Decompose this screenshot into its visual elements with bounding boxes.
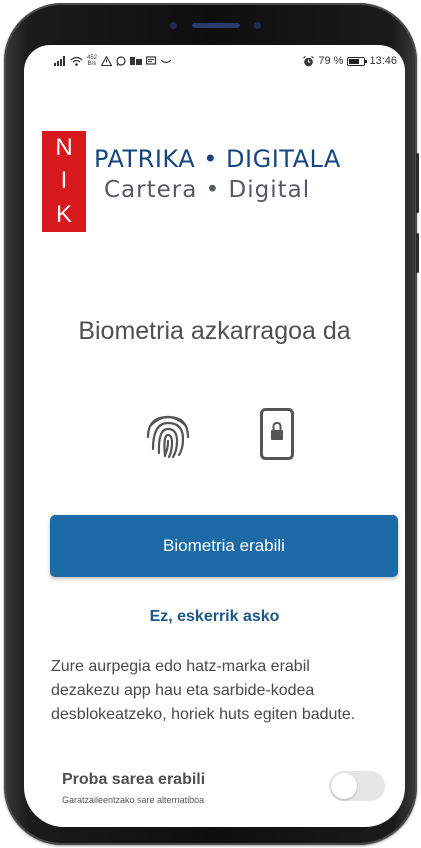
use-biometrics-button[interactable]: Biometria erabili	[50, 515, 398, 577]
logo-subtitle: Cartera • Digital	[104, 177, 311, 203]
logo-box: N I K	[42, 131, 86, 232]
battery-level	[349, 58, 360, 64]
whatsapp-icon	[116, 56, 126, 66]
phone-frame: 452 B/s 79 % 13:46 N I K PATRIKA • DIGIT…	[4, 3, 419, 845]
logo-letter-i: I	[60, 167, 68, 195]
app-notification-icon	[130, 57, 143, 65]
alarm-icon	[303, 55, 315, 66]
sensor-icon	[254, 22, 261, 29]
status-bar: 452 B/s 79 % 13:46	[24, 45, 405, 75]
biometric-icons	[24, 407, 405, 463]
app-logo: N I K PATRIKA • DIGITALA Cartera • Digit…	[42, 131, 402, 233]
test-network-toggle[interactable]	[329, 771, 385, 801]
no-thanks-link[interactable]: Ez, eskerrik asko	[64, 608, 365, 626]
front-camera-icon	[170, 22, 177, 29]
speaker-grille	[192, 23, 240, 28]
logo-letter-n: N	[55, 133, 73, 161]
power-button	[416, 233, 419, 273]
message-icon	[146, 56, 157, 65]
logo-letter-k: K	[55, 201, 72, 229]
cloud-icon	[160, 59, 172, 64]
signal-icon	[54, 56, 65, 66]
test-network-title: Proba sarea erabili	[62, 771, 206, 788]
toggle-knob	[331, 773, 357, 799]
wifi-icon	[70, 56, 83, 66]
test-network-subtitle: Garatzaileentzako sare alternatiboa	[62, 795, 205, 805]
battery-icon	[347, 56, 368, 66]
description-text: Zure aurpegia edo hatz-marka erabil deza…	[51, 658, 356, 723]
page-title: Biometria azkarragoa da	[78, 317, 351, 345]
screen: 452 B/s 79 % 13:46 N I K PATRIKA • DIGIT…	[24, 45, 405, 827]
volume-button	[416, 153, 419, 213]
warning-icon	[101, 56, 113, 66]
logo-title: PATRIKA • DIGITALA	[94, 145, 341, 173]
battery-percent: 79 %	[318, 55, 344, 67]
clock: 13:46	[369, 55, 397, 67]
network-speed: 452 B/s	[87, 55, 98, 67]
phone-lock-icon	[260, 408, 294, 460]
fingerprint-icon	[146, 415, 190, 459]
